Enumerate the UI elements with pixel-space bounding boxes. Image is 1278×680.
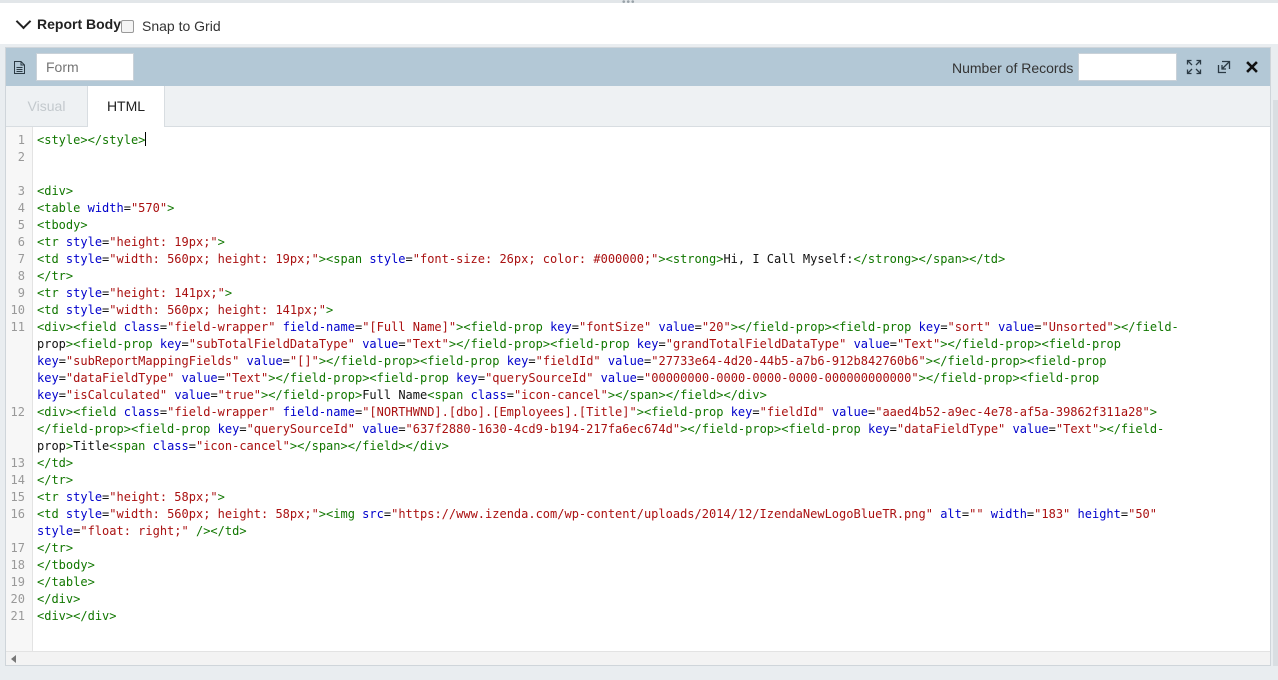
chevron-down-icon <box>15 13 32 30</box>
snap-to-grid-checkbox[interactable] <box>121 19 134 33</box>
document-icon <box>14 61 25 74</box>
tab-visual[interactable]: Visual <box>6 86 87 127</box>
code-line[interactable]: <tr style="height: 19px;"> <box>37 234 1262 251</box>
line-number: 4 <box>17 201 25 215</box>
line-number: 9 <box>17 286 25 300</box>
line-number: 19 <box>10 575 25 589</box>
code-line[interactable]: </tbody> <box>37 557 1262 574</box>
line-number: 10 <box>10 303 25 317</box>
line-number: 14 <box>10 473 25 487</box>
tab-html[interactable]: HTML <box>87 86 165 128</box>
code-line[interactable]: key="dataFieldType" value="Text"></field… <box>37 370 1262 387</box>
snap-to-grid-label: Snap to Grid <box>142 18 221 34</box>
report-body-panel: Number of Records Visual HTML 1234567891… <box>5 47 1271 666</box>
code-line[interactable]: <td style="width: 560px; height: 141px;"… <box>37 302 1262 319</box>
number-of-records-input[interactable] <box>1078 53 1177 81</box>
number-of-records-label: Number of Records <box>952 60 1074 76</box>
line-number: 21 <box>10 609 25 623</box>
code-line[interactable]: </td> <box>37 455 1262 472</box>
report-body-toggle[interactable]: Report Body <box>15 13 121 32</box>
line-number: 7 <box>17 252 25 266</box>
line-number: 5 <box>17 218 25 232</box>
expand-icon[interactable] <box>1186 59 1202 75</box>
snap-to-grid-option[interactable]: Snap to Grid <box>121 18 221 34</box>
code-line[interactable]: </tr> <box>37 268 1262 285</box>
drag-handle-icon[interactable]: ••• <box>622 0 636 8</box>
line-number: 11 <box>10 320 25 334</box>
code-line[interactable]: </div> <box>37 591 1262 608</box>
code-line[interactable]: <td style="width: 560px; height: 58px;">… <box>37 506 1262 523</box>
code-line[interactable]: <tr style="height: 141px;"> <box>37 285 1262 302</box>
form-name-input[interactable] <box>36 53 134 81</box>
popout-icon[interactable] <box>1216 59 1232 75</box>
code-line[interactable]: </table> <box>37 574 1262 591</box>
line-number: 6 <box>17 235 25 249</box>
line-number: 12 <box>10 405 25 419</box>
line-number: 15 <box>10 490 25 504</box>
report-body-label: Report Body <box>37 16 121 32</box>
code-line[interactable]: <div><field class="field-wrapper" field-… <box>37 404 1262 421</box>
line-number: 18 <box>10 558 25 572</box>
code-line[interactable]: <div></div> <box>37 608 1262 625</box>
panel-toolbar: Number of Records <box>6 48 1270 86</box>
code-line[interactable]: <tr style="height: 58px;"> <box>37 489 1262 506</box>
code-line[interactable]: <tbody> <box>37 217 1262 234</box>
line-number: 2 <box>17 150 25 164</box>
scroll-left-arrow-icon[interactable] <box>11 655 16 663</box>
vertical-scrollbar[interactable] <box>1273 100 1278 666</box>
code-line[interactable]: prop><field-prop key="subTotalFieldDataT… <box>37 336 1262 353</box>
close-icon[interactable] <box>1244 59 1260 75</box>
line-number: 8 <box>17 269 25 283</box>
code-line[interactable]: </tr> <box>37 472 1262 489</box>
html-code-editor[interactable]: 1 2 3 4 5 6 7 8 9 10 11 12 13 14 15 16 17 18 19 20 21 <style… <box>6 127 1270 651</box>
line-number: 13 <box>10 456 25 470</box>
horizontal-scrollbar[interactable] <box>6 651 1270 665</box>
report-body-header: ••• Report Body Snap to Grid <box>0 0 1278 44</box>
code-line[interactable]: </field-prop><field-prop key="querySourc… <box>37 421 1262 438</box>
code-line[interactable]: <div> <box>37 183 1262 200</box>
code-line[interactable]: <div><field class="field-wrapper" field-… <box>37 319 1262 336</box>
editor-tabs: Visual HTML <box>6 86 1270 128</box>
code-line[interactable]: prop>Title<span class="icon-cancel"></sp… <box>37 438 1262 455</box>
line-number: 17 <box>10 541 25 555</box>
code-line[interactable]: style="float: right;" /></td> <box>37 523 1262 540</box>
code-line[interactable]: <style></style> <box>37 132 1262 149</box>
code-line[interactable]: key="subReportMappingFields" value="[]">… <box>37 353 1262 370</box>
line-number: 20 <box>10 592 25 606</box>
line-number: 1 <box>17 133 25 147</box>
code-line[interactable]: key="isCalculated" value="true"></field-… <box>37 387 1262 404</box>
line-number-gutter: 1 2 3 4 5 6 7 8 9 10 11 12 13 14 15 16 17 18 19 20 21 <box>6 127 33 651</box>
text-cursor <box>145 132 147 146</box>
line-number: 16 <box>10 507 25 521</box>
line-number: 3 <box>17 184 25 198</box>
code-line[interactable]: <td style="width: 560px; height: 19px;">… <box>37 251 1262 268</box>
code-line[interactable]: </tr> <box>37 540 1262 557</box>
code-line[interactable]: <table width="570"> <box>37 200 1262 217</box>
